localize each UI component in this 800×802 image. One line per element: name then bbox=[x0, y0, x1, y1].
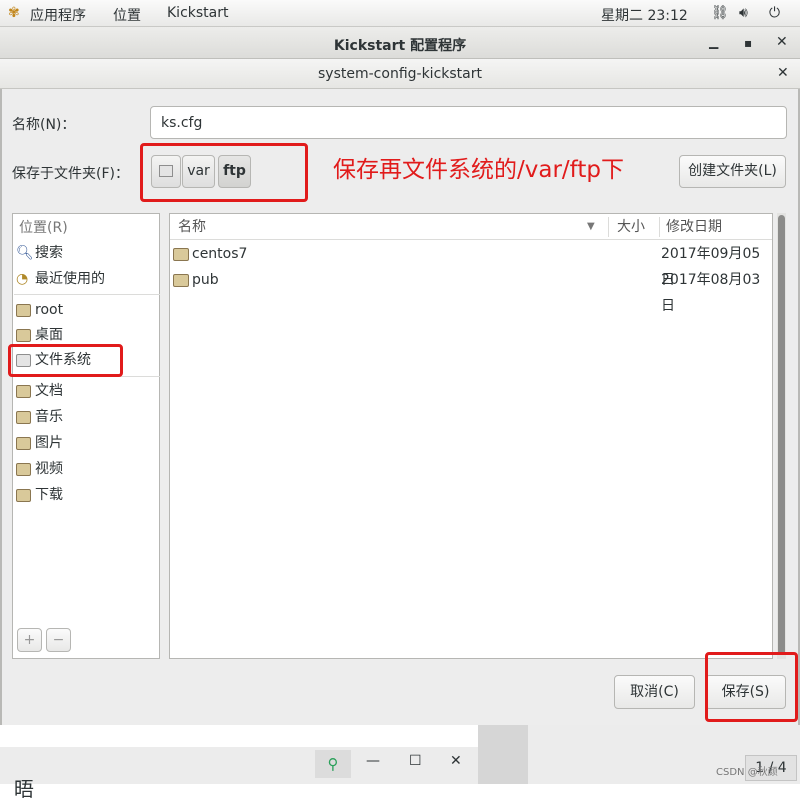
sort-chevron-down-icon[interactable]: ▼ bbox=[587, 214, 595, 240]
pin-icon[interactable]: ⚲ bbox=[315, 750, 351, 778]
dialog-titlebar: system-config-kickstart ✕ bbox=[0, 59, 800, 89]
applications-menu[interactable]: 应用程序 bbox=[30, 5, 86, 25]
annotation-text: 保存再文件系统的/var/ftp下 bbox=[333, 157, 624, 183]
minimize-icon[interactable]: — bbox=[366, 753, 380, 769]
documents-folder-icon bbox=[16, 384, 31, 398]
path-highlight-box bbox=[140, 143, 308, 202]
place-search[interactable]: 🔍︎搜索 bbox=[16, 241, 63, 265]
downloads-folder-icon bbox=[16, 488, 31, 502]
places-header: 位置(R) bbox=[19, 220, 68, 236]
place-downloads[interactable]: 下载 bbox=[16, 483, 63, 507]
create-folder-button[interactable]: 创建文件夹(L) bbox=[679, 155, 786, 188]
maximize-icon[interactable]: ☐ bbox=[409, 753, 422, 769]
close-icon[interactable]: ✕ bbox=[776, 34, 788, 50]
pictures-folder-icon bbox=[16, 436, 31, 450]
taskbar-slot bbox=[478, 725, 528, 784]
videos-folder-icon bbox=[16, 462, 31, 476]
add-place-button[interactable]: + bbox=[17, 628, 42, 652]
desktop-folder-icon bbox=[16, 328, 31, 342]
place-videos[interactable]: 视频 bbox=[16, 457, 63, 481]
place-music[interactable]: 音乐 bbox=[16, 405, 63, 429]
file-row[interactable]: centos7 2017年09月05日 bbox=[170, 241, 772, 288]
top-bar: ✾ 应用程序 位置 Kickstart 星期二 23:12 ⛓ 🔊︎ ⏻ bbox=[0, 0, 800, 27]
save-highlight-box bbox=[705, 652, 798, 722]
parent-window-title: Kickstart 配置程序 bbox=[333, 38, 467, 54]
watermark-credit: CSDN @秋颜 bbox=[716, 767, 778, 778]
places-sidebar: 位置(R) 🔍︎搜索 ◔ 最近使用的 root 桌面 文件系统 文档 音乐 图片 … bbox=[12, 213, 160, 659]
partial-text: 晤 bbox=[14, 777, 34, 801]
column-size[interactable]: 大小 bbox=[617, 214, 645, 240]
dialog-title: system-config-kickstart bbox=[318, 66, 482, 82]
places-menu[interactable]: 位置 bbox=[113, 5, 141, 25]
place-pictures[interactable]: 图片 bbox=[16, 431, 63, 455]
folder-icon bbox=[173, 274, 189, 287]
column-divider bbox=[659, 217, 660, 237]
volume-icon[interactable]: 🔊︎ bbox=[739, 5, 748, 21]
minimize-icon[interactable]: ▁ bbox=[709, 35, 718, 49]
search-icon: 🔍︎ bbox=[16, 245, 34, 261]
activities-icon[interactable]: ✾ bbox=[8, 5, 20, 21]
recent-icon: ◔ bbox=[16, 271, 29, 287]
bottom-taskbar: ⚲ — ☐ ✕ 晤 1 / 4 CSDN @秋颜 bbox=[0, 725, 800, 801]
music-folder-icon bbox=[16, 410, 31, 424]
places-separator bbox=[14, 294, 160, 295]
scrollbar-track[interactable] bbox=[777, 213, 786, 659]
cancel-button[interactable]: 取消(C) bbox=[614, 675, 695, 709]
save-in-label: 保存于文件夹(F)： bbox=[12, 166, 129, 182]
clock[interactable]: 星期二 23:12 bbox=[601, 5, 688, 25]
filename-input[interactable] bbox=[150, 106, 787, 139]
scrollbar-thumb[interactable] bbox=[778, 215, 785, 655]
partial-window-edge bbox=[0, 725, 478, 747]
active-app-menu[interactable]: Kickstart bbox=[167, 5, 228, 21]
name-label: 名称(N)： bbox=[12, 117, 76, 133]
column-name[interactable]: 名称 bbox=[178, 214, 206, 240]
filesystem-highlight-box bbox=[8, 344, 123, 377]
place-root[interactable]: root bbox=[16, 298, 63, 322]
file-row[interactable]: pub 2017年08月03日 bbox=[170, 267, 772, 314]
remove-place-button[interactable]: − bbox=[46, 628, 71, 652]
column-modified[interactable]: 修改日期 bbox=[666, 214, 722, 240]
place-recent[interactable]: ◔ 最近使用的 bbox=[16, 267, 105, 291]
file-list: 名称 ▼ 大小 修改日期 centos7 2017年09月05日 pub 2017年… bbox=[169, 213, 773, 659]
network-icon[interactable]: ⛓ bbox=[711, 5, 729, 21]
maximize-icon[interactable]: ▪ bbox=[744, 36, 752, 50]
dialog-close-icon[interactable]: ✕ bbox=[777, 65, 789, 81]
power-icon[interactable]: ⏻ bbox=[769, 5, 780, 21]
column-divider bbox=[608, 217, 609, 237]
home-folder-icon bbox=[16, 303, 31, 317]
close-icon[interactable]: ✕ bbox=[450, 753, 462, 769]
place-documents[interactable]: 文档 bbox=[16, 379, 63, 403]
parent-window-titlebar: Kickstart 配置程序 ▁ ▪ ✕ bbox=[0, 27, 800, 59]
folder-icon bbox=[173, 248, 189, 261]
